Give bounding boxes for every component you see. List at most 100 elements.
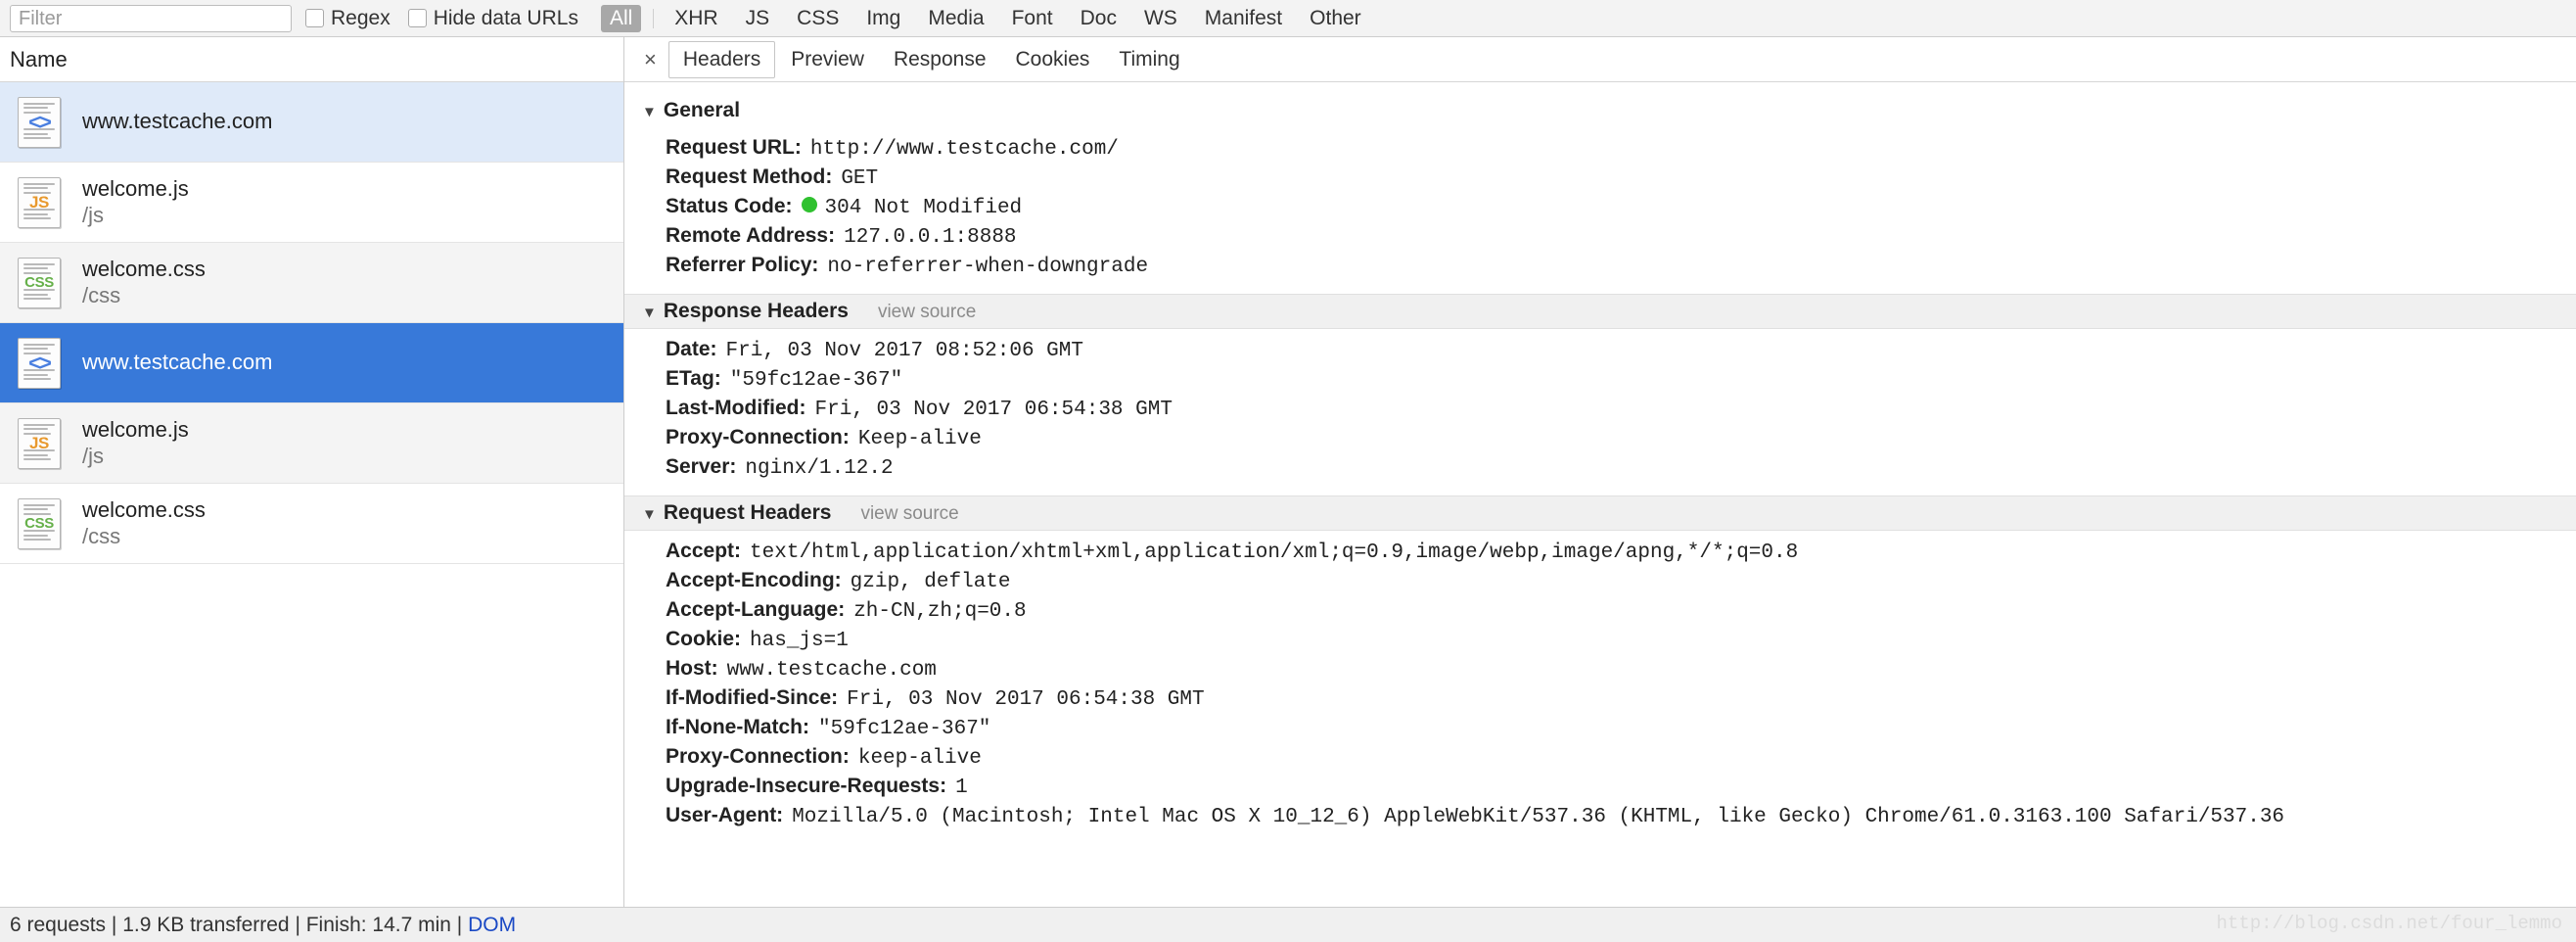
header-row: If-Modified-Since: Fri, 03 Nov 2017 06:54… bbox=[624, 683, 2576, 713]
header-row: Referrer Policy: no-referrer-when-downgra… bbox=[624, 251, 2576, 280]
status-dom[interactable]: DOM bbox=[468, 914, 516, 936]
header-key: Cookie: bbox=[666, 627, 742, 650]
request-detail-panel: × Headers Preview Response Cookies Timing ▼ G… bbox=[624, 37, 2576, 907]
tab-timing[interactable]: Timing bbox=[1105, 42, 1193, 77]
request-row[interactable]: CSS welcome.css/css bbox=[0, 484, 623, 564]
request-name: www.testcache.com bbox=[82, 109, 273, 134]
request-row[interactable]: JS welcome.js/js bbox=[0, 163, 623, 243]
regex-checkbox-group[interactable]: Regex bbox=[305, 7, 391, 30]
header-value: no-referrer-when-downgrade bbox=[827, 255, 1149, 278]
status-transferred: 1.9 KB transferred bbox=[122, 913, 290, 936]
close-icon[interactable]: × bbox=[632, 48, 668, 71]
header-row: Accept-Encoding: gzip, deflate bbox=[624, 566, 2576, 595]
status-sep-3: | bbox=[450, 913, 469, 936]
request-path: /js bbox=[82, 443, 104, 468]
section-title: Response Headers bbox=[663, 300, 849, 322]
request-list: <> www.testcache.com JS welcome.js/js CSS wel… bbox=[0, 82, 623, 907]
type-filter-other[interactable]: Other bbox=[1301, 5, 1370, 32]
view-source-link[interactable]: view source bbox=[878, 302, 976, 323]
type-filter-font[interactable]: Font bbox=[1003, 5, 1062, 32]
header-row: If-None-Match: "59fc12ae-367" bbox=[624, 713, 2576, 742]
header-row: Last-Modified: Fri, 03 Nov 2017 06:54:38 … bbox=[624, 394, 2576, 423]
type-filter-js[interactable]: JS bbox=[737, 5, 779, 32]
type-filter-all[interactable]: All bbox=[600, 4, 642, 32]
header-value: text/html,application/xhtml+xml,applicat… bbox=[750, 541, 1799, 564]
request-row-text: welcome.js/js bbox=[82, 176, 189, 229]
hide-data-urls-checkbox[interactable] bbox=[407, 9, 427, 27]
section-header[interactable]: ▼ Request Headers view source bbox=[624, 495, 2576, 531]
request-path: /css bbox=[82, 282, 121, 307]
status-requests: 6 requests bbox=[10, 913, 107, 936]
tab-preview[interactable]: Preview bbox=[777, 42, 878, 77]
header-value: Fri, 03 Nov 2017 06:54:38 GMT bbox=[814, 398, 1173, 421]
document-code-icon: <> bbox=[18, 96, 61, 148]
header-key: ETag: bbox=[666, 366, 721, 390]
status-sep-1: | bbox=[106, 913, 123, 936]
tab-response[interactable]: Response bbox=[880, 42, 1000, 77]
hide-data-urls-checkbox-group[interactable]: Hide data URLs bbox=[407, 6, 578, 30]
status-sep-2: | bbox=[289, 913, 306, 936]
header-value: Mozilla/5.0 (Macintosh; Intel Mac OS X 1… bbox=[792, 805, 2285, 828]
header-key: Accept-Encoding: bbox=[666, 568, 842, 591]
headers-content: ▼ General Request URL: http://www.testcache… bbox=[624, 82, 2576, 907]
request-name: welcome.js bbox=[82, 416, 189, 442]
view-source-link[interactable]: view source bbox=[860, 503, 958, 525]
section-header[interactable]: ▼ General bbox=[624, 94, 2576, 127]
request-row-text: www.testcache.com bbox=[82, 350, 272, 376]
hide-data-urls-label: Hide data URLs bbox=[433, 6, 578, 29]
caret-down-icon[interactable]: ▼ bbox=[642, 104, 657, 120]
type-filter-manifest[interactable]: Manifest bbox=[1196, 5, 1291, 32]
detail-tab-group: Headers Preview Response Cookies Timing bbox=[667, 40, 1196, 78]
tab-headers[interactable]: Headers bbox=[667, 40, 776, 78]
status-ok-indicator-icon bbox=[801, 196, 817, 212]
header-value: zh-CN,zh;q=0.8 bbox=[853, 599, 1027, 623]
devtools-network-panel: Filter Regex Hide data URLs All XHR JS CSS I… bbox=[0, 0, 2576, 942]
headers-section: ▼ Request Headers view source Accept: text/h… bbox=[624, 495, 2576, 838]
header-key: Proxy-Connection: bbox=[666, 744, 850, 768]
header-row: Request URL: http://www.testcache.com/ bbox=[624, 133, 2576, 163]
regex-label: Regex bbox=[331, 6, 391, 29]
section-header[interactable]: ▼ Response Headers view source bbox=[624, 294, 2576, 329]
type-filter-media[interactable]: Media bbox=[919, 5, 992, 32]
javascript-file-icon: JS bbox=[18, 417, 61, 469]
header-key: Request URL: bbox=[666, 135, 802, 159]
file-type-badge: <> bbox=[28, 109, 52, 134]
header-key: If-Modified-Since: bbox=[666, 685, 839, 709]
column-header-name: Name bbox=[10, 46, 68, 71]
resource-type-filters: All XHR JS CSS Img Media Font Doc WS Manifest Othe… bbox=[596, 4, 1375, 32]
panel-body: Name <> www.testcache.com JS welcome.js/js C… bbox=[0, 37, 2576, 907]
detail-tabbar: × Headers Preview Response Cookies Timing bbox=[624, 37, 2576, 82]
type-filter-ws[interactable]: WS bbox=[1135, 5, 1186, 32]
request-row-text: welcome.js/js bbox=[82, 417, 189, 470]
request-row[interactable]: <> www.testcache.com bbox=[0, 323, 623, 403]
header-value: gzip, deflate bbox=[850, 570, 1011, 593]
type-filter-img[interactable]: Img bbox=[857, 5, 909, 32]
request-name: welcome.css bbox=[82, 496, 206, 522]
header-key: Host: bbox=[666, 656, 718, 680]
header-value: 127.0.0.1:8888 bbox=[844, 225, 1017, 249]
header-value: Fri, 03 Nov 2017 08:52:06 GMT bbox=[725, 339, 1083, 362]
header-key: Request Method: bbox=[666, 165, 833, 188]
request-row[interactable]: <> www.testcache.com bbox=[0, 82, 623, 163]
caret-down-icon[interactable]: ▼ bbox=[642, 305, 657, 321]
header-key: Remote Address: bbox=[666, 223, 836, 247]
header-value: "59fc12ae-367" bbox=[817, 717, 991, 740]
regex-checkbox[interactable] bbox=[305, 9, 324, 27]
type-filter-css[interactable]: CSS bbox=[788, 5, 848, 32]
header-key: Server: bbox=[666, 454, 737, 478]
header-key: If-None-Match: bbox=[666, 715, 809, 738]
header-key: Accept-Language: bbox=[666, 597, 846, 621]
tab-cookies[interactable]: Cookies bbox=[1002, 42, 1104, 77]
type-filter-xhr[interactable]: XHR bbox=[666, 5, 726, 32]
caret-down-icon[interactable]: ▼ bbox=[642, 506, 657, 523]
header-value: www.testcache.com bbox=[726, 658, 937, 682]
request-list-column-header[interactable]: Name bbox=[0, 37, 623, 82]
filter-input[interactable]: Filter bbox=[10, 4, 292, 32]
request-row-text: www.testcache.com bbox=[82, 109, 272, 135]
type-filter-doc[interactable]: Doc bbox=[1072, 5, 1126, 32]
document-code-icon: <> bbox=[18, 337, 61, 389]
header-key: Referrer Policy: bbox=[666, 253, 819, 276]
file-type-badge: JS bbox=[29, 433, 49, 452]
request-row[interactable]: JS welcome.js/js bbox=[0, 403, 623, 484]
request-row[interactable]: CSS welcome.css/css bbox=[0, 243, 623, 323]
